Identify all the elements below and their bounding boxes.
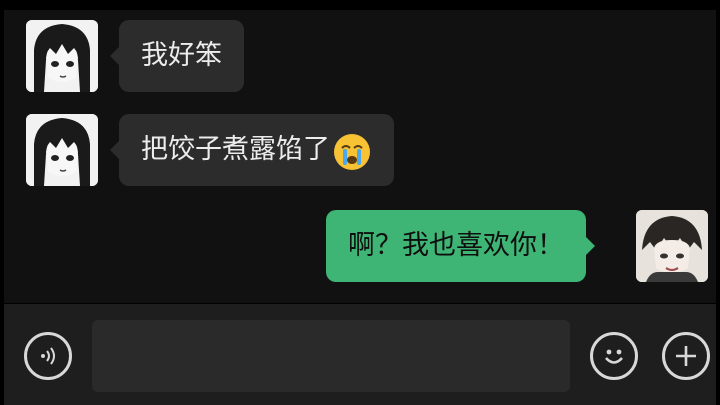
status-strip [0,0,720,10]
smiley-icon [599,341,629,371]
emoji-button[interactable] [590,332,638,380]
message-input[interactable] [92,320,570,392]
message-bubble-incoming[interactable]: 我好笨 [110,20,244,92]
contact-avatar[interactable] [26,114,98,186]
input-bar [4,304,716,405]
add-button[interactable] [662,332,710,380]
message-text: 啊？我也喜欢你！ [348,230,564,261]
message-text: 把饺子煮露馅了 [141,134,330,165]
message-text: 我好笨 [141,40,222,71]
crying-face-icon [332,128,372,170]
voice-icon [36,344,60,368]
user-avatar[interactable] [636,210,708,282]
chat-message-list[interactable]: 我好笨 把饺子煮露馅了 啊？我也喜欢你！ [4,10,716,303]
plus-icon [673,343,699,369]
voice-button[interactable] [24,332,72,380]
message-bubble-incoming[interactable]: 把饺子煮露馅了 [110,114,394,186]
contact-avatar[interactable] [26,20,98,92]
message-bubble-outgoing[interactable]: 啊？我也喜欢你！ [326,210,595,282]
